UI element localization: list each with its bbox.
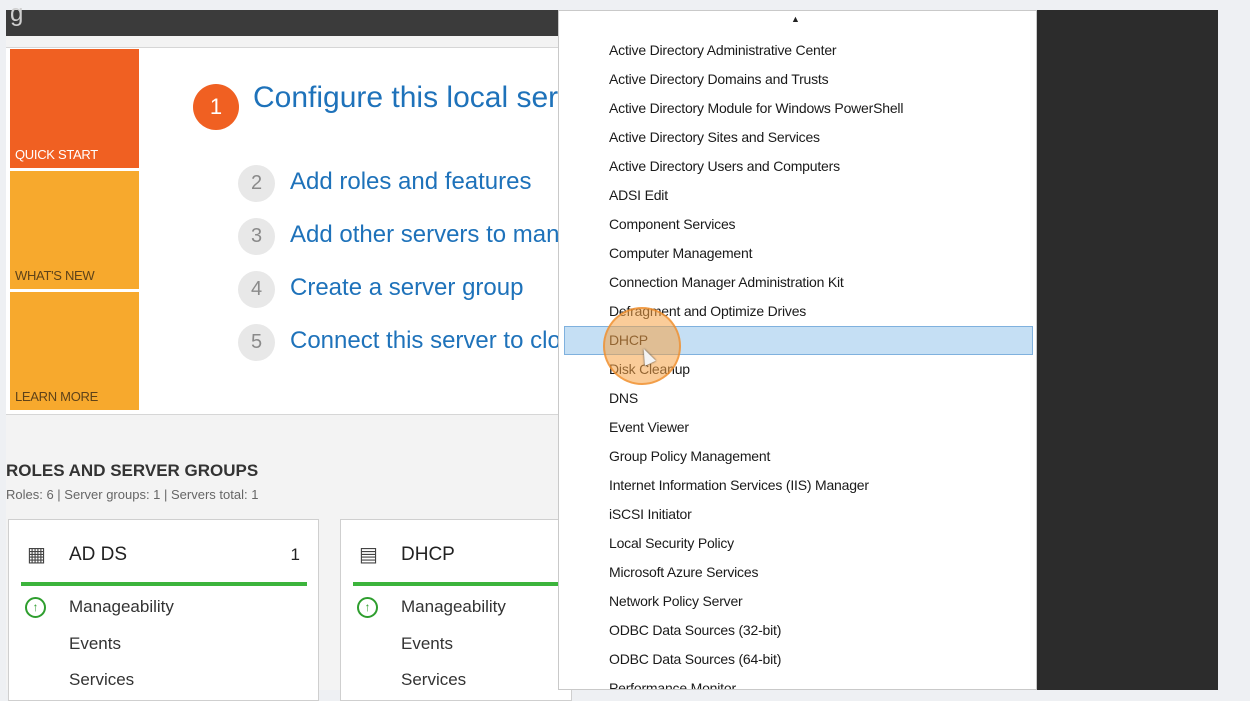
- adds-status-bar: [21, 582, 307, 586]
- dhcp-card-title: DHCP: [401, 544, 455, 565]
- quick-start-label: QUICK START: [15, 147, 98, 162]
- menu-item-local-security-policy[interactable]: Local Security Policy: [559, 529, 1036, 558]
- page-frame-right: [1218, 0, 1250, 690]
- adds-events-link[interactable]: Events: [69, 634, 121, 654]
- step-1-number: 1: [193, 84, 239, 130]
- tools-menu-list: Active Directory Administrative Center Ac…: [559, 36, 1036, 689]
- add-other-servers-link[interactable]: Add other servers to man: [290, 221, 558, 249]
- header-dark-area: [1037, 10, 1218, 690]
- adds-card-title: AD DS: [69, 544, 128, 565]
- menu-item-active-directory-module-for-windows-powershell[interactable]: Active Directory Module for Windows Powe…: [559, 94, 1036, 123]
- menu-item-dhcp[interactable]: DHCP: [564, 326, 1033, 355]
- step-5-number: 5: [238, 324, 275, 361]
- learn-more-tile[interactable]: LEARN MORE: [10, 292, 139, 410]
- menu-item-computer-management[interactable]: Computer Management: [559, 239, 1036, 268]
- menu-item-odbc-data-sources-64-bit[interactable]: ODBC Data Sources (64-bit): [559, 645, 1036, 674]
- configure-local-server-link[interactable]: Configure this local ser: [253, 81, 558, 115]
- dhcp-services-link[interactable]: Services: [401, 670, 466, 690]
- menu-item-active-directory-sites-and-services[interactable]: Active Directory Sites and Services: [559, 123, 1036, 152]
- adds-services-link[interactable]: Services: [69, 670, 134, 690]
- menu-item-iscsi-initiator[interactable]: iSCSI Initiator: [559, 500, 1036, 529]
- menu-item-active-directory-users-and-computers[interactable]: Active Directory Users and Computers: [559, 152, 1036, 181]
- menu-item-performance-monitor[interactable]: Performance Monitor: [559, 674, 1036, 689]
- step-2-number: 2: [238, 165, 275, 202]
- dhcp-role-card[interactable]: ▤ DHCP ↑ Manageability Events Services: [340, 519, 572, 701]
- dhcp-status-bar: [353, 582, 559, 586]
- adds-server-count: 1: [290, 545, 300, 564]
- scroll-up-arrow-icon[interactable]: ▲: [791, 14, 800, 24]
- adds-manageability-link[interactable]: Manageability: [69, 597, 174, 617]
- whats-new-label: WHAT'S NEW: [15, 268, 95, 283]
- quick-start-tile[interactable]: QUICK START: [10, 49, 139, 168]
- server-manager-header: g: [6, 0, 558, 36]
- menu-item-active-directory-domains-and-trusts[interactable]: Active Directory Domains and Trusts: [559, 65, 1036, 94]
- step-4-number: 4: [238, 271, 275, 308]
- menu-item-odbc-data-sources-32-bit[interactable]: ODBC Data Sources (32-bit): [559, 616, 1036, 645]
- learn-more-label: LEARN MORE: [15, 389, 98, 404]
- menu-item-group-policy-management[interactable]: Group Policy Management: [559, 442, 1036, 471]
- manageability-ok-icon: ↑: [25, 597, 46, 618]
- menu-item-disk-cleanup[interactable]: Disk Cleanup: [559, 355, 1036, 384]
- menu-item-defragment-and-optimize-drives[interactable]: Defragment and Optimize Drives: [559, 297, 1036, 326]
- header-title-fragment: g: [10, 0, 24, 27]
- dhcp-events-link[interactable]: Events: [401, 634, 453, 654]
- menu-item-event-viewer[interactable]: Event Viewer: [559, 413, 1036, 442]
- manageability-ok-icon: ↑: [357, 597, 378, 618]
- welcome-tile: QUICK START WHAT'S NEW LEARN MORE 1 Conf…: [6, 47, 558, 415]
- menu-item-internet-information-services-iis-manager[interactable]: Internet Information Services (IIS) Mana…: [559, 471, 1036, 500]
- adds-role-icon: ▦: [27, 544, 46, 566]
- dhcp-role-icon: ▤: [359, 544, 378, 566]
- menu-item-dns[interactable]: DNS: [559, 384, 1036, 413]
- menu-item-network-policy-server[interactable]: Network Policy Server: [559, 587, 1036, 616]
- dhcp-manageability-link[interactable]: Manageability: [401, 597, 506, 617]
- adds-role-card[interactable]: ▦ AD DS 1 ↑ Manageability Events Service…: [8, 519, 319, 701]
- create-server-group-link[interactable]: Create a server group: [290, 274, 523, 302]
- connect-to-cloud-link[interactable]: Connect this server to clo: [290, 327, 558, 355]
- roles-summary: Roles: 6 | Server groups: 1 | Servers to…: [6, 487, 259, 502]
- menu-item-adsi-edit[interactable]: ADSI Edit: [559, 181, 1036, 210]
- tools-dropdown-menu: ▲ Active Directory Administrative Center…: [558, 10, 1037, 690]
- whats-new-tile[interactable]: WHAT'S NEW: [10, 171, 139, 289]
- menu-item-microsoft-azure-services[interactable]: Microsoft Azure Services: [559, 558, 1036, 587]
- roles-section-title: ROLES AND SERVER GROUPS: [6, 461, 259, 480]
- menu-item-component-services[interactable]: Component Services: [559, 210, 1036, 239]
- step-3-number: 3: [238, 218, 275, 255]
- menu-item-connection-manager-administration-kit[interactable]: Connection Manager Administration Kit: [559, 268, 1036, 297]
- page-frame-top: [0, 0, 1250, 10]
- menu-item-active-directory-administrative-center[interactable]: Active Directory Administrative Center: [559, 36, 1036, 65]
- add-roles-features-link[interactable]: Add roles and features: [290, 168, 532, 196]
